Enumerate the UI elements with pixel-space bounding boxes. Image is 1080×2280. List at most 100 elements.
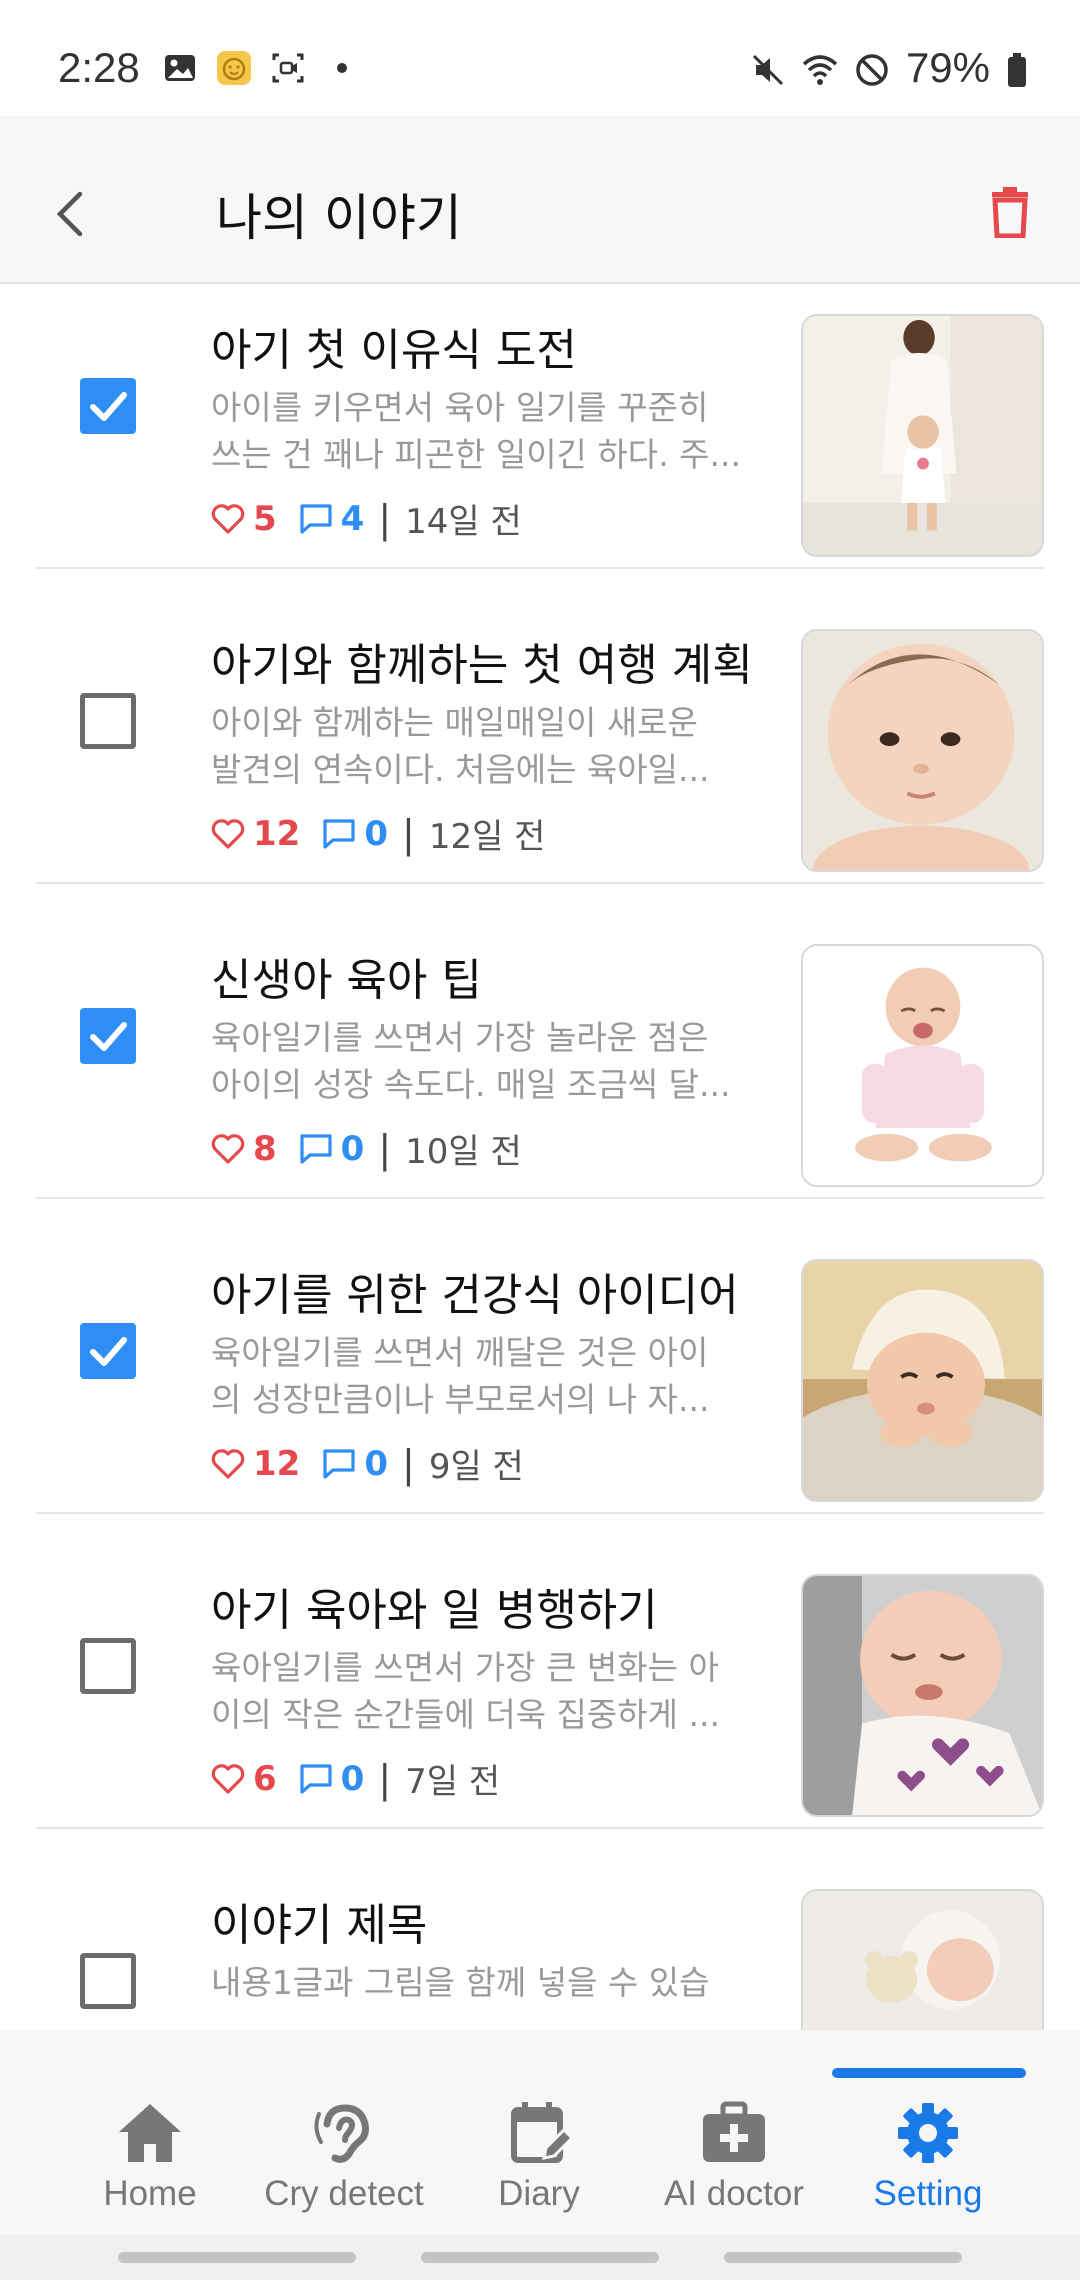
like-count[interactable]: 6 bbox=[211, 1759, 277, 1799]
story-item[interactable]: 신생아 육아 팁육아일기를 쓰면서 가장 놀라운 점은아이의 성장 속도다. 매… bbox=[36, 884, 1044, 1199]
trash-icon bbox=[992, 187, 1028, 239]
page-title: 나의 이야기 bbox=[216, 189, 462, 247]
like-count-value: 8 bbox=[253, 1128, 277, 1169]
story-title: 신생아 육아 팁 bbox=[211, 955, 482, 1006]
nav-cry-detect[interactable]: Cry detect bbox=[246, 2100, 442, 2220]
story-meta: 8 0 | 10일 전 bbox=[211, 1124, 522, 1173]
comment-icon bbox=[323, 1448, 355, 1479]
meta-separator: | bbox=[378, 1756, 392, 1801]
nav-home[interactable]: Home bbox=[52, 2100, 248, 2220]
wifi-icon bbox=[802, 50, 838, 86]
select-checkbox[interactable] bbox=[80, 1638, 136, 1694]
story-preview-line: 육아일기를 쓰면서 가장 놀라운 점은 bbox=[211, 1018, 709, 1057]
like-count[interactable]: 8 bbox=[211, 1129, 277, 1169]
select-checkbox[interactable] bbox=[80, 1323, 136, 1379]
story-preview: 육아일기를 쓰면서 깨달은 것은 아이의 성장만큼이나 부모로서의 나 자... bbox=[211, 1329, 756, 1423]
story-meta: 12 0 | 12일 전 bbox=[211, 809, 545, 858]
story-list[interactable]: 아기 첫 이유식 도전아이를 키우면서 육아 일기를 꾸준히 쓰는 건 꽤나 피곤… bbox=[0, 284, 1080, 2030]
story-preview-line: 육아일기를 쓰면서 깨달은 것은 아이 bbox=[211, 1333, 709, 1372]
story-item[interactable]: 아기 육아와 일 병행하기 육아일기를 쓰면서 가장 큰 변화는 아 이의 작은 순… bbox=[36, 1514, 1044, 1829]
meta-separator: | bbox=[402, 811, 415, 856]
heart-icon bbox=[211, 1448, 245, 1479]
back-button[interactable] bbox=[50, 186, 90, 242]
posted-ago: 14일 전 bbox=[405, 502, 522, 542]
comment-icon bbox=[300, 1763, 332, 1794]
story-preview-line: 내용1글과 그림을 함께 넣을 수 있습 bbox=[211, 1963, 710, 2002]
battery-level: 79% bbox=[905, 44, 990, 91]
gesture-pill bbox=[421, 2252, 659, 2263]
nav-diary[interactable]: Diary bbox=[441, 2100, 637, 2220]
like-count[interactable]: 12 bbox=[211, 1444, 300, 1484]
ear-icon bbox=[314, 2104, 369, 2163]
story-item[interactable]: 아기와 함께하는 첫 여행 계획 아이와 함께하는 매일매일이 새로운 발견의 연속… bbox=[36, 569, 1044, 884]
nav-label-ai-doctor: AI doctor bbox=[663, 2174, 805, 2213]
story-preview-line: 쓰는 건 꽤나 피곤한 일이긴 하다. 주... bbox=[211, 435, 741, 474]
medical-kit-icon bbox=[703, 2101, 765, 2162]
story-item[interactable]: 아기 첫 이유식 도전아이를 키우면서 육아 일기를 꾸준히 쓰는 건 꽤나 피곤… bbox=[36, 284, 1044, 569]
home-icon bbox=[119, 2104, 181, 2162]
story-thumbnail[interactable] bbox=[801, 944, 1044, 1187]
mute-icon bbox=[750, 50, 786, 86]
story-meta: 6 0 | 7일 전 bbox=[211, 1754, 500, 1803]
story-preview-line: 의 성장만큼이나 부모로서의 나 자... bbox=[211, 1380, 710, 1419]
story-item[interactable]: 아기를 위한 건강식 아이디어육아일기를 쓰면서 깨달은 것은 아이의 성장만큼… bbox=[36, 1199, 1044, 1514]
story-preview-line: 이의 작은 순간들에 더욱 집중하게 ... bbox=[211, 1695, 720, 1734]
story-title: 아기를 위한 건강식 아이디어 bbox=[211, 1270, 739, 1321]
chevron-left-icon bbox=[56, 191, 83, 237]
heart-icon bbox=[211, 1133, 245, 1164]
nav-label-home: Home bbox=[103, 2174, 197, 2213]
story-preview: 아이를 키우면서 육아 일기를 꾸준히 쓰는 건 꽤나 피곤한 일이긴 하다. 주… bbox=[211, 384, 756, 478]
story-preview-line: 아이와 함께하는 매일매일이 새로운 bbox=[211, 703, 698, 742]
gallery-icon bbox=[162, 50, 198, 86]
delete-button[interactable] bbox=[988, 186, 1032, 239]
story-item[interactable]: 이야기 제목내용1글과 그림을 함께 넣을 수 있습 bbox=[36, 1829, 1044, 2030]
story-meta: 5 4 | 14일 전 bbox=[211, 494, 522, 543]
active-tab-indicator bbox=[832, 2068, 1026, 2078]
heart-icon bbox=[211, 1763, 245, 1794]
select-checkbox[interactable] bbox=[80, 693, 136, 749]
story-title: 아기 첫 이유식 도전 bbox=[211, 325, 577, 376]
baby-face-icon bbox=[216, 50, 252, 86]
status-bar: 2:28 79% bbox=[0, 0, 1080, 116]
select-checkbox[interactable] bbox=[80, 378, 136, 434]
comment-count-value: 4 bbox=[340, 498, 365, 539]
meta-separator: | bbox=[378, 1126, 392, 1171]
comment-icon bbox=[323, 818, 355, 849]
comment-count[interactable]: 0 bbox=[322, 814, 388, 854]
comment-count-value: 0 bbox=[364, 1443, 388, 1484]
comment-count-value: 0 bbox=[340, 1128, 365, 1169]
story-title: 아기 육아와 일 병행하기 bbox=[211, 1585, 658, 1636]
nav-ai-doctor[interactable]: AI doctor bbox=[636, 2100, 832, 2220]
story-thumbnail[interactable] bbox=[801, 1889, 1044, 2030]
like-count-value: 6 bbox=[253, 1758, 277, 1799]
story-thumbnail[interactable] bbox=[801, 314, 1044, 557]
comment-count[interactable]: 4 bbox=[299, 498, 365, 539]
comment-count[interactable]: 0 bbox=[299, 1759, 364, 1799]
nav-setting[interactable]: Setting bbox=[830, 2100, 1026, 2220]
like-count[interactable]: 5 bbox=[211, 499, 277, 539]
story-preview-line: 아이의 성장 속도다. 매일 조금씩 달... bbox=[211, 1065, 731, 1104]
story-preview-line: 발견의 연속이다. 처음에는 육아일... bbox=[211, 750, 710, 789]
app-header: 나의 이야기 bbox=[0, 116, 1080, 284]
gear-icon bbox=[898, 2103, 958, 2163]
story-thumbnail[interactable] bbox=[801, 629, 1044, 872]
like-count-value: 5 bbox=[253, 498, 277, 539]
story-thumbnail[interactable] bbox=[801, 1259, 1044, 1502]
like-count[interactable]: 12 bbox=[211, 814, 300, 854]
nav-label-diary: Diary bbox=[498, 2174, 580, 2213]
screen-record-icon bbox=[270, 50, 306, 86]
nav-label-setting: Setting bbox=[873, 2174, 983, 2213]
meta-separator: | bbox=[402, 1441, 415, 1486]
story-title: 이야기 제목 bbox=[211, 1900, 428, 1951]
like-count-value: 12 bbox=[253, 813, 301, 854]
select-checkbox[interactable] bbox=[80, 1953, 136, 2009]
story-thumbnail[interactable] bbox=[801, 1574, 1044, 1817]
checkmark-icon bbox=[90, 1022, 127, 1051]
like-count-value: 12 bbox=[253, 1443, 301, 1484]
select-checkbox[interactable] bbox=[80, 1008, 136, 1064]
battery-icon bbox=[1006, 50, 1028, 87]
bottom-navigation: Home Cry detect Diary AI doctor Setting bbox=[0, 2030, 1080, 2235]
system-gesture-bar bbox=[0, 2235, 1080, 2280]
comment-count[interactable]: 0 bbox=[322, 1444, 388, 1484]
comment-count[interactable]: 0 bbox=[299, 1128, 365, 1169]
